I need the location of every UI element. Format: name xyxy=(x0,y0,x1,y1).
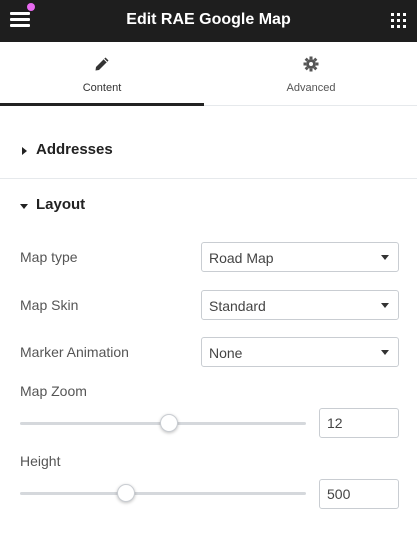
map-type-value: Road Map xyxy=(209,250,274,266)
chevron-down-icon xyxy=(381,255,389,260)
top-bar: Edit RAE Google Map xyxy=(0,0,417,42)
map-skin-value: Standard xyxy=(209,298,266,314)
marker-animation-label: Marker Animation xyxy=(20,344,129,360)
page-title: Edit RAE Google Map xyxy=(126,11,291,28)
map-type-label: Map type xyxy=(20,249,78,265)
caret-down-icon xyxy=(20,204,28,209)
height-slider-handle[interactable] xyxy=(116,484,135,502)
tab-content-label: Content xyxy=(82,82,122,94)
tab-content[interactable]: Content xyxy=(0,42,204,106)
section-layout[interactable]: Layout xyxy=(0,179,417,233)
map-zoom-label: Map Zoom xyxy=(20,383,87,399)
tab-advanced-label: Advanced xyxy=(286,82,336,94)
map-zoom-input[interactable] xyxy=(319,408,399,438)
height-slider-track[interactable] xyxy=(20,492,306,495)
panel-tabs: Content Advanced xyxy=(0,42,417,106)
grid-icon[interactable] xyxy=(391,13,406,28)
marker-animation-select[interactable]: None xyxy=(201,337,399,367)
section-addresses-title: Addresses xyxy=(36,141,113,158)
map-type-select[interactable]: Road Map xyxy=(201,242,399,272)
map-skin-label: Map Skin xyxy=(20,297,79,313)
map-skin-select[interactable]: Standard xyxy=(201,290,399,320)
chevron-down-icon xyxy=(381,350,389,355)
tab-advanced[interactable]: Advanced xyxy=(209,42,413,106)
section-layout-title: Layout xyxy=(36,196,86,213)
notification-dot xyxy=(27,3,35,11)
caret-right-icon xyxy=(22,147,27,155)
gear-icon xyxy=(303,56,319,72)
height-input[interactable] xyxy=(319,479,399,509)
map-zoom-slider-handle[interactable] xyxy=(159,414,178,432)
chevron-down-icon xyxy=(381,303,389,308)
height-label: Height xyxy=(20,453,61,469)
section-addresses[interactable]: Addresses xyxy=(0,124,417,178)
marker-animation-value: None xyxy=(209,345,243,361)
pencil-icon xyxy=(95,57,109,71)
